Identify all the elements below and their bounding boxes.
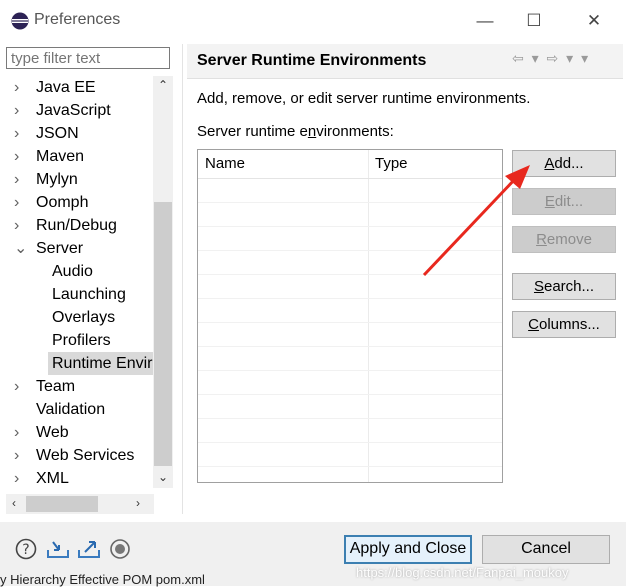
tree-item-label: Validation	[36, 401, 106, 418]
tree-item-label: Web	[36, 424, 69, 441]
columns-button[interactable]: Columns...	[512, 311, 616, 338]
panel-divider[interactable]	[182, 44, 183, 514]
eclipse-icon	[11, 12, 29, 30]
expand-right-icon[interactable]: ›	[14, 214, 28, 237]
horizontal-scroll-thumb[interactable]	[26, 496, 98, 512]
column-header-name[interactable]: Name	[198, 150, 368, 178]
table-row-line	[198, 442, 502, 443]
tree-item-label: XML	[36, 470, 69, 487]
expand-right-icon[interactable]: ›	[14, 76, 28, 99]
tree-item-label: Team	[36, 378, 76, 395]
expand-right-icon[interactable]: ›	[14, 99, 28, 122]
runtime-list-label: Server runtime environments:	[197, 123, 394, 140]
table-row-line	[198, 418, 502, 419]
table-row-line	[198, 274, 502, 275]
table-row-line	[198, 322, 502, 323]
background-editor-tabs: y Hierarchy Effective POM pom.xml	[0, 572, 205, 587]
tree-item-label: Web Services	[36, 447, 135, 464]
record-icon[interactable]	[108, 537, 132, 561]
tree-item-label: Runtime Envir	[48, 352, 154, 375]
scroll-right-icon[interactable]: ›	[128, 496, 148, 510]
expand-right-icon[interactable]: ›	[14, 122, 28, 145]
table-row-line	[198, 370, 502, 371]
tree-item-label: Run/Debug	[36, 217, 117, 234]
search-button[interactable]: Search...	[512, 273, 616, 300]
tree-item-label: Maven	[36, 148, 85, 165]
table-row-line	[198, 466, 502, 467]
table-row-line	[198, 202, 502, 203]
tree-item-label: Overlays	[52, 309, 116, 326]
expand-right-icon[interactable]: ›	[14, 145, 28, 168]
page-title: Server Runtime Environments	[197, 52, 427, 69]
table-row-line	[198, 346, 502, 347]
column-separator	[368, 150, 369, 482]
expand-right-icon[interactable]: ›	[14, 467, 28, 488]
window-title: Preferences	[34, 11, 121, 28]
scroll-down-icon[interactable]: ⌄	[153, 470, 173, 484]
help-icon[interactable]: ?	[14, 537, 38, 561]
expand-right-icon[interactable]: ›	[14, 375, 28, 398]
vertical-scroll-thumb[interactable]	[154, 202, 172, 466]
svg-text:?: ?	[22, 542, 29, 558]
filter-input[interactable]	[6, 47, 170, 69]
maximize-button[interactable]: ☐	[519, 8, 549, 34]
close-button[interactable]: ✕	[579, 8, 609, 34]
table-row-line	[198, 250, 502, 251]
import-icon[interactable]	[46, 537, 70, 561]
tree-item-label: JavaScript	[36, 102, 111, 119]
tree-item-label: Audio	[52, 263, 93, 280]
apply-and-close-button[interactable]: Apply and Close	[344, 535, 472, 564]
tree-item-label: Oomph	[36, 194, 89, 211]
expand-down-icon[interactable]: ⌄	[14, 237, 28, 260]
expand-right-icon[interactable]: ›	[14, 421, 28, 444]
tree-item-label: JSON	[36, 125, 79, 142]
add-button[interactable]: Add...	[512, 150, 616, 177]
remove-button[interactable]: Remove	[512, 226, 616, 253]
scroll-left-icon[interactable]: ‹	[4, 496, 24, 510]
cancel-button[interactable]: Cancel	[482, 535, 610, 564]
runtime-table[interactable]: Name Type	[197, 149, 503, 483]
table-row-line	[198, 226, 502, 227]
history-nav-icon[interactable]: ⇦ ▾ ⇨ ▾ ▾	[512, 50, 590, 67]
table-row-line	[198, 394, 502, 395]
expand-right-icon[interactable]: ›	[14, 191, 28, 214]
tree-item-label: Java EE	[36, 79, 96, 96]
header-divider	[198, 178, 502, 179]
tree-item-label: Server	[36, 240, 84, 257]
tree-item-label: Profilers	[52, 332, 111, 349]
scroll-up-icon[interactable]: ⌃	[153, 78, 173, 92]
column-header-type[interactable]: Type	[368, 150, 502, 178]
preference-tree: › Java EE › JavaScript › JSON › Maven › Mylyn › Oom…	[6, 76, 154, 488]
tree-item-label: Launching	[52, 286, 126, 303]
export-icon[interactable]	[77, 537, 101, 561]
page-description: Add, remove, or edit server runtime envi…	[197, 90, 531, 107]
expand-right-icon[interactable]: ›	[14, 444, 28, 467]
minimize-button[interactable]: —	[470, 8, 500, 34]
table-row-line	[198, 298, 502, 299]
watermark-text: https://blog.csdn.net/Fanpai_moukoy	[356, 565, 569, 580]
edit-button[interactable]: Edit...	[512, 188, 616, 215]
expand-right-icon[interactable]: ›	[14, 168, 28, 191]
tree-item-label: Mylyn	[36, 171, 78, 188]
